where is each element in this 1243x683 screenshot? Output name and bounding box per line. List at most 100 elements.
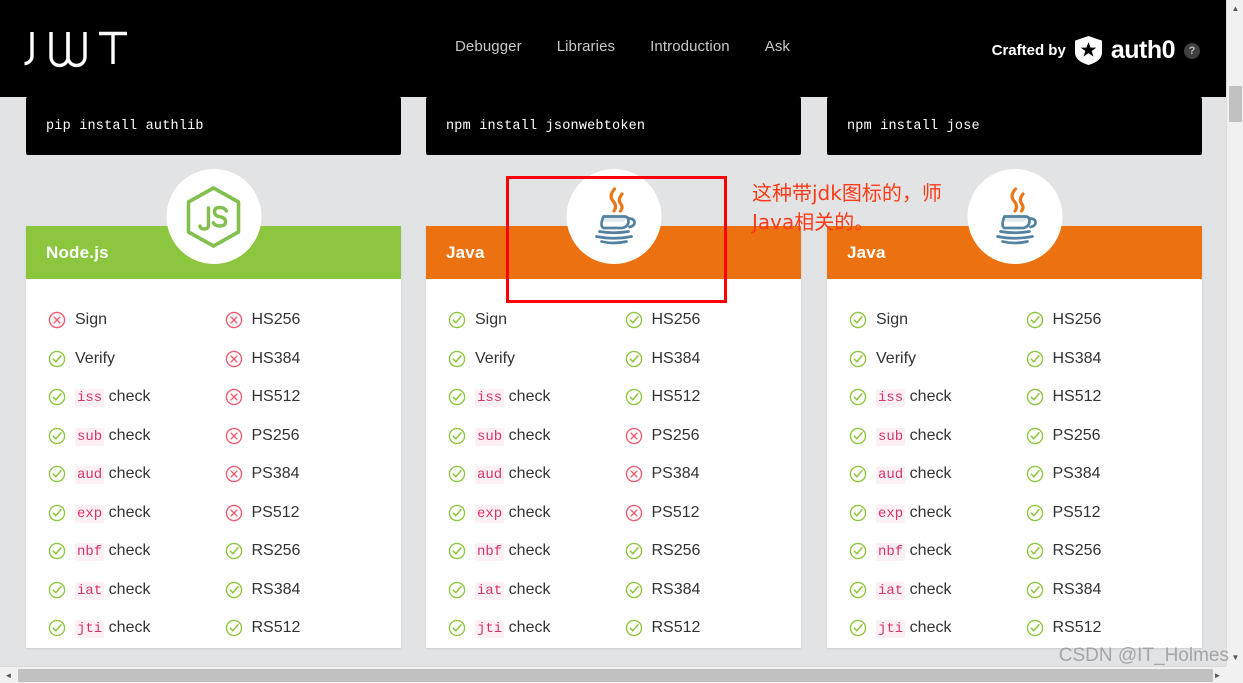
- check-circle-icon: [849, 312, 867, 329]
- browser-viewport: Debugger Libraries Introduction Ask Craf…: [0, 0, 1243, 683]
- feature-item: Verify: [849, 340, 1026, 379]
- claim-code: iat: [876, 581, 906, 600]
- check-circle-icon: [849, 543, 867, 560]
- feature-item: aud check: [48, 455, 225, 494]
- feature-item: RS384: [625, 571, 802, 610]
- library-name: Java: [446, 242, 485, 262]
- feature-label: sub check: [876, 426, 952, 446]
- feature-item: HS384: [625, 340, 802, 379]
- install-command-box[interactable]: npm install jose: [827, 97, 1202, 155]
- auth0-shield-icon: [1074, 36, 1102, 65]
- check-circle-icon: [448, 504, 466, 521]
- feature-label: Sign: [475, 311, 508, 329]
- check-circle-icon: [448, 620, 466, 637]
- feature-item: aud check: [448, 455, 625, 494]
- feature-label: iat check: [876, 580, 952, 600]
- check-circle-icon: [849, 466, 867, 483]
- feature-label: jti check: [475, 619, 551, 639]
- feature-item: HS256: [225, 301, 402, 340]
- check-circle-icon: [625, 543, 642, 560]
- feature-label: RS512: [251, 619, 301, 637]
- claim-code: jti: [876, 620, 906, 639]
- feature-label: PS384: [251, 465, 300, 483]
- claim-code: nbf: [876, 543, 906, 562]
- nav-link-introduction[interactable]: Introduction: [650, 38, 730, 55]
- feature-item: nbf check: [448, 532, 625, 571]
- feature-label: Sign: [876, 311, 909, 329]
- feature-item: RS256: [625, 532, 802, 571]
- feature-item: PS512: [1026, 494, 1203, 533]
- feature-label: PS384: [651, 465, 700, 483]
- nav-link-ask[interactable]: Ask: [765, 38, 790, 55]
- feature-label: jti check: [876, 619, 952, 639]
- check-circle-icon: [849, 427, 867, 444]
- claim-code: iss: [475, 389, 505, 408]
- jwt-logo[interactable]: [24, 26, 134, 72]
- feature-item: HS384: [1026, 340, 1203, 379]
- cross-circle-icon: [48, 312, 66, 329]
- cross-circle-icon: [225, 350, 242, 367]
- feature-item: PS384: [225, 455, 402, 494]
- check-circle-icon: [48, 504, 66, 521]
- feature-label: HS384: [1052, 349, 1102, 367]
- nodejs-icon: [186, 185, 241, 248]
- check-circle-icon: [448, 466, 466, 483]
- feature-label: PS512: [251, 503, 300, 521]
- check-circle-icon: [1026, 543, 1043, 560]
- cross-circle-icon: [225, 504, 242, 521]
- feature-label: HS512: [651, 388, 701, 406]
- crafted-by-auth0[interactable]: Crafted by auth0 ?: [992, 36, 1200, 65]
- check-circle-icon: [625, 620, 642, 637]
- feature-label: nbf check: [475, 542, 551, 562]
- check-circle-icon: [448, 350, 466, 367]
- feature-label: aud check: [75, 465, 151, 485]
- check-circle-icon: [448, 312, 466, 329]
- check-circle-icon: [48, 427, 66, 444]
- claim-code: sub: [475, 427, 505, 446]
- nav-links: Debugger Libraries Introduction Ask: [455, 38, 790, 55]
- check-circle-icon: [48, 389, 66, 406]
- java-icon: [996, 186, 1037, 244]
- scroll-left-arrow-icon[interactable]: ◄: [0, 667, 17, 683]
- claim-code: iss: [876, 389, 906, 408]
- feature-label: HS256: [1052, 311, 1102, 329]
- scroll-up-arrow-icon[interactable]: ▲: [1227, 0, 1243, 17]
- feature-label: exp check: [876, 503, 952, 523]
- help-icon[interactable]: ?: [1184, 42, 1200, 59]
- scroll-right-arrow-icon[interactable]: ►: [1209, 667, 1226, 683]
- feature-label: iat check: [475, 580, 551, 600]
- horizontal-scrollbar-thumb[interactable]: [18, 669, 1213, 682]
- feature-item: RS256: [225, 532, 402, 571]
- feature-item: HS256: [625, 301, 802, 340]
- claim-code: aud: [475, 466, 505, 485]
- feature-label: RS256: [651, 542, 701, 560]
- check-circle-icon: [849, 389, 867, 406]
- feature-item: PS256: [1026, 417, 1203, 456]
- feature-item: Verify: [48, 340, 225, 379]
- feature-label: aud check: [475, 465, 551, 485]
- check-circle-icon: [225, 543, 242, 560]
- install-command-box[interactable]: npm install jsonwebtoken: [426, 97, 801, 155]
- scroll-down-arrow-icon[interactable]: ▼: [1227, 649, 1243, 666]
- horizontal-scrollbar[interactable]: ◄ ►: [0, 666, 1243, 683]
- feature-item: HS512: [1026, 378, 1203, 417]
- feature-item: iss check: [48, 378, 225, 417]
- library-name: Java: [847, 242, 886, 262]
- feature-item: PS384: [1026, 455, 1203, 494]
- feature-item: RS256: [1026, 532, 1203, 571]
- feature-list: Sign HS256 Verify HS384 iss check HS512 sub ch…: [426, 279, 801, 648]
- feature-item: Sign: [48, 301, 225, 340]
- cross-circle-icon: [225, 427, 242, 444]
- feature-list: Sign HS256 Verify HS384 iss check HS512 sub ch…: [26, 279, 401, 648]
- vertical-scrollbar[interactable]: ▲ ▼: [1226, 0, 1243, 683]
- feature-item: sub check: [849, 417, 1026, 456]
- jwt-logo-icon: [24, 31, 127, 68]
- cross-circle-icon: [225, 389, 242, 406]
- install-command-box[interactable]: pip install authlib: [26, 97, 401, 155]
- feature-label: PS256: [251, 426, 300, 444]
- check-circle-icon: [625, 350, 642, 367]
- nav-link-libraries[interactable]: Libraries: [557, 38, 615, 55]
- nav-link-debugger[interactable]: Debugger: [455, 38, 522, 55]
- vertical-scrollbar-thumb[interactable]: [1229, 86, 1242, 122]
- feature-list: Sign HS256 Verify HS384 iss check HS512 sub ch…: [827, 279, 1202, 648]
